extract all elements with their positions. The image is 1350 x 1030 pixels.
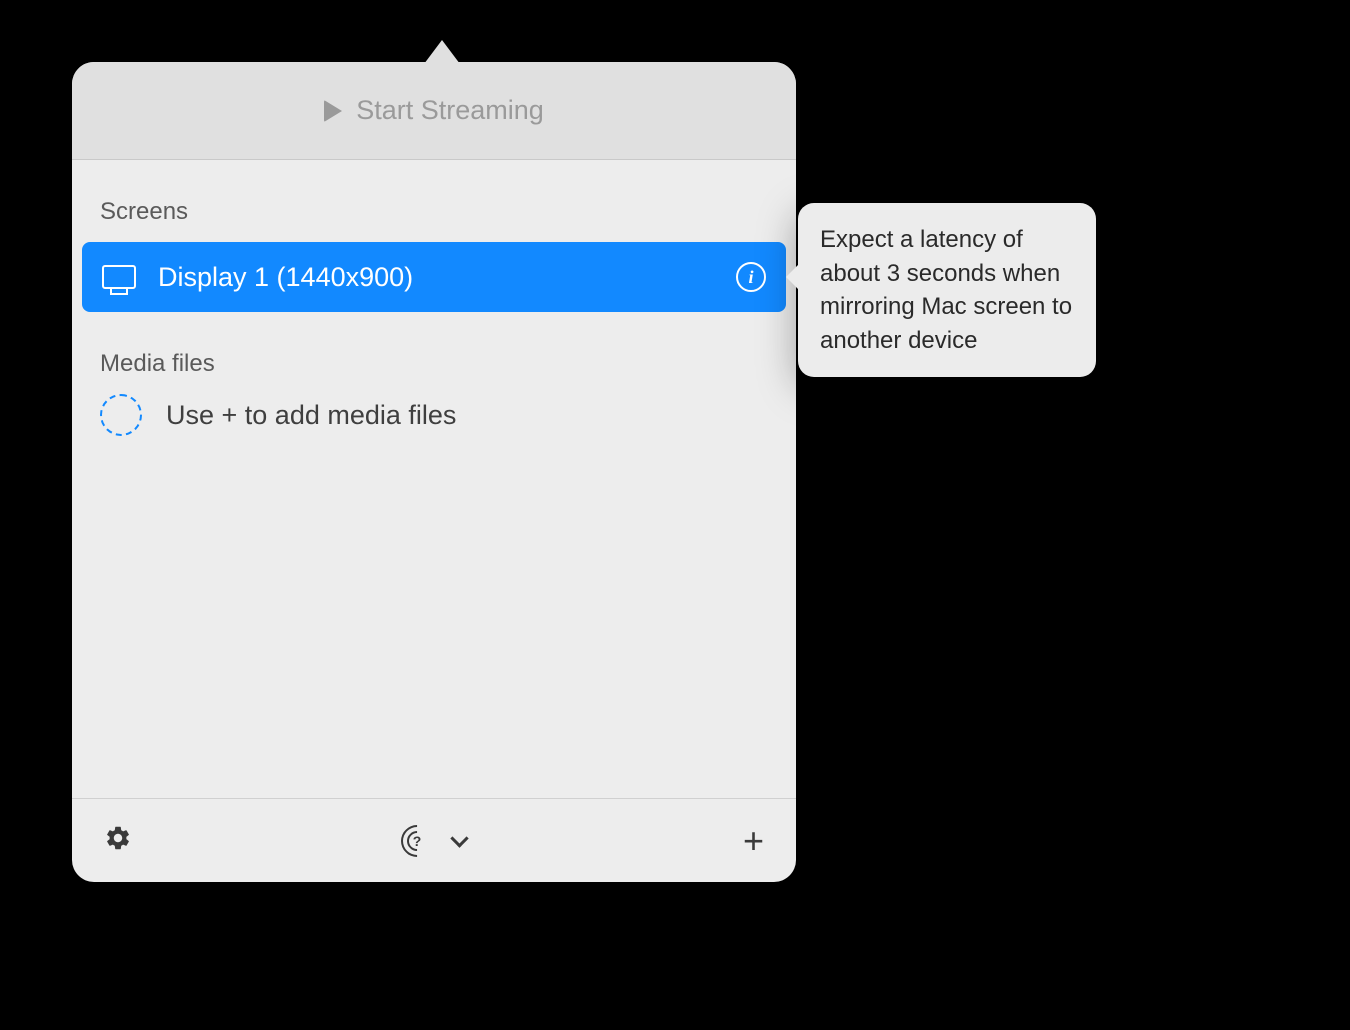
streaming-popover: Start Streaming Screens Display 1 (1440x… bbox=[72, 38, 796, 881]
cast-target-icon: ? bbox=[401, 825, 433, 857]
info-icon[interactable]: i bbox=[736, 262, 766, 292]
media-empty-row: Use + to add media files bbox=[72, 394, 796, 436]
monitor-icon bbox=[102, 265, 136, 289]
media-empty-hint: Use + to add media files bbox=[166, 400, 456, 431]
footer-toolbar: ? + bbox=[72, 798, 796, 882]
panel: Start Streaming Screens Display 1 (1440x… bbox=[72, 62, 796, 882]
add-button[interactable]: + bbox=[743, 823, 764, 859]
chevron-down-icon bbox=[451, 833, 467, 849]
screen-item-label: Display 1 (1440x900) bbox=[158, 262, 413, 293]
target-dropdown[interactable]: ? bbox=[401, 825, 467, 857]
latency-tooltip: Expect a latency of about 3 seconds when… bbox=[798, 203, 1096, 377]
panel-body: Screens Display 1 (1440x900) i Media fil… bbox=[72, 160, 796, 798]
screens-section-label: Screens bbox=[72, 198, 796, 226]
dashed-circle-icon bbox=[100, 394, 142, 436]
tooltip-arrow bbox=[786, 263, 800, 291]
gear-icon bbox=[104, 824, 132, 852]
media-section: Media files Use + to add media files bbox=[72, 350, 796, 436]
settings-button[interactable] bbox=[104, 824, 132, 857]
play-icon bbox=[324, 100, 342, 122]
media-section-label: Media files bbox=[72, 350, 796, 378]
header-title: Start Streaming bbox=[356, 95, 544, 126]
popover-arrow bbox=[424, 40, 460, 64]
screen-item-display-1[interactable]: Display 1 (1440x900) i bbox=[82, 242, 786, 312]
tooltip-text: Expect a latency of about 3 seconds when… bbox=[820, 226, 1072, 354]
start-streaming-button[interactable]: Start Streaming bbox=[72, 62, 796, 160]
